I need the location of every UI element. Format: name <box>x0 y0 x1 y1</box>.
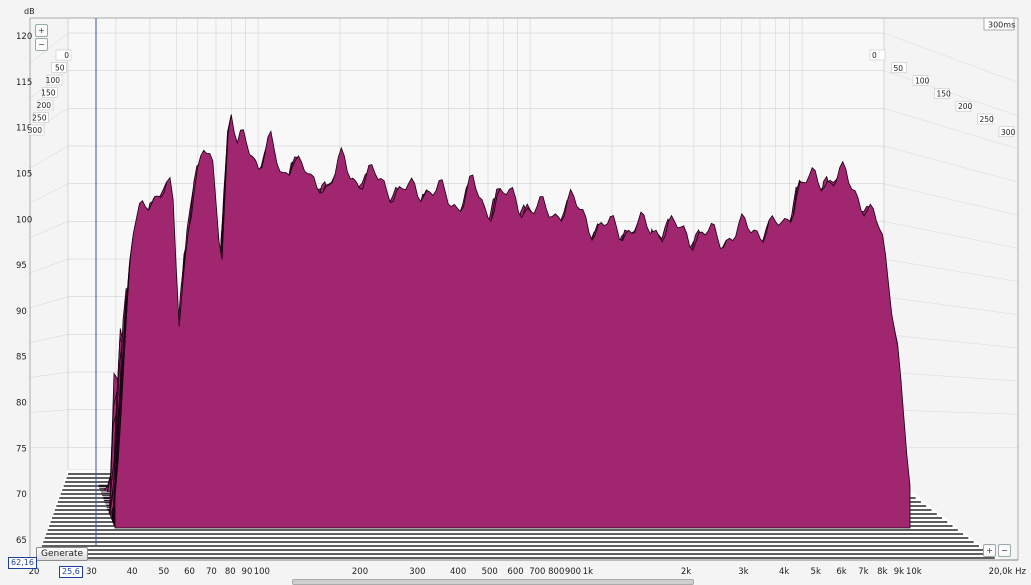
x-tick-label: 6k <box>836 567 846 577</box>
x-tick-label: 5k <box>811 567 821 577</box>
y-tick-label: 95 <box>16 261 27 271</box>
cursor-x-readout: 25,6 <box>59 566 83 578</box>
x-tick-label: 600 <box>507 567 523 577</box>
time-tick-label-left: 50 <box>55 64 65 73</box>
time-tick-label-left: 250 <box>32 114 47 123</box>
x-tick-label: 2k <box>681 567 691 577</box>
zoom-in-icon[interactable]: + <box>35 24 48 37</box>
time-tick-label-right: 100 <box>915 77 930 86</box>
x-axis-labels: 20 30 40 50 60 70 80 90 100 200 300 400 500 600 700 800… <box>29 567 1027 577</box>
generate-button[interactable]: Generate <box>36 547 89 561</box>
x-tick-label: 8k <box>877 567 887 577</box>
y-tick-label: 90 <box>16 307 27 317</box>
x-tick-label: 10k <box>906 567 922 577</box>
x-tick-label: 900 <box>565 567 581 577</box>
x-zoom-in-icon[interactable]: + <box>983 544 996 557</box>
x-tick-label: 400 <box>450 567 466 577</box>
waterfall-chart: 12011511010510095908580757065 20 30 40 50 60… <box>16 7 1027 577</box>
x-tick-label: 800 <box>548 567 564 577</box>
time-tick-label-right: 300 <box>1001 128 1016 137</box>
x-tick-label: 3k <box>738 567 748 577</box>
y-tick-label: 120 <box>16 32 32 42</box>
x-tick-label: 500 <box>482 567 498 577</box>
y-tick-label: 70 <box>16 490 27 500</box>
y-tick-label: 115 <box>16 78 32 88</box>
time-tick-label-left: 0 <box>64 51 69 60</box>
x-tick-label: 30 <box>86 567 97 577</box>
waterfall-window: 120 115 110 105 100 95 90 85 80 75 70 65 20 30 40 50 60… <box>0 0 1031 585</box>
y-tick-label: 85 <box>16 353 27 363</box>
time-tick-label-left: 150 <box>41 89 56 98</box>
x-tick-label: 700 <box>529 567 545 577</box>
x-tick-label: 4k <box>779 567 789 577</box>
time-range-label: 300ms <box>988 21 1015 30</box>
x-tick-label: 200 <box>352 567 368 577</box>
y-tick-label: 75 <box>16 444 27 454</box>
x-tick-label: 300 <box>409 567 425 577</box>
x-tick-label: 80 <box>225 567 236 577</box>
x-tick-label: 90 <box>242 567 253 577</box>
x-tick-label: 1k <box>583 567 593 577</box>
x-tick-label: 20,0k Hz <box>989 567 1027 577</box>
time-tick-label-left: 300 <box>28 126 43 135</box>
y-tick-label: 100 <box>16 215 32 225</box>
x-tick-label: 7k <box>858 567 868 577</box>
time-tick-label-right: 50 <box>894 64 904 73</box>
x-zoom-out-icon[interactable]: − <box>998 544 1011 557</box>
time-axis-left: 0 50 100 150 200 250 300 <box>28 49 72 136</box>
time-tick-label-right: 250 <box>980 115 995 124</box>
y-tick-label: 105 <box>16 169 32 179</box>
horizontal-scrollbar[interactable] <box>292 579 694 585</box>
time-tick-label-left: 200 <box>37 101 52 110</box>
y-axis-title: dB <box>24 7 35 16</box>
x-tick-label: 100 <box>254 567 270 577</box>
cursor-y-readout: 62,16 <box>8 557 37 569</box>
time-tick-label-right: 150 <box>937 89 952 98</box>
x-tick-label: 9k <box>894 567 904 577</box>
x-tick-label: 50 <box>158 567 169 577</box>
zoom-out-icon[interactable]: − <box>35 38 48 51</box>
x-tick-label: 40 <box>127 567 138 577</box>
time-tick-label-right: 0 <box>872 51 877 60</box>
time-tick-label-right: 200 <box>958 102 973 111</box>
y-tick-label: 65 <box>16 536 27 546</box>
x-tick-label: 70 <box>206 567 217 577</box>
y-tick-label: 80 <box>16 399 27 409</box>
time-axis-right: 0 50 100 150 200 250 300 <box>869 49 1016 138</box>
time-range-box[interactable]: 300ms <box>983 17 1015 31</box>
time-tick-label-left: 100 <box>46 76 61 85</box>
x-tick-label: 60 <box>184 567 195 577</box>
